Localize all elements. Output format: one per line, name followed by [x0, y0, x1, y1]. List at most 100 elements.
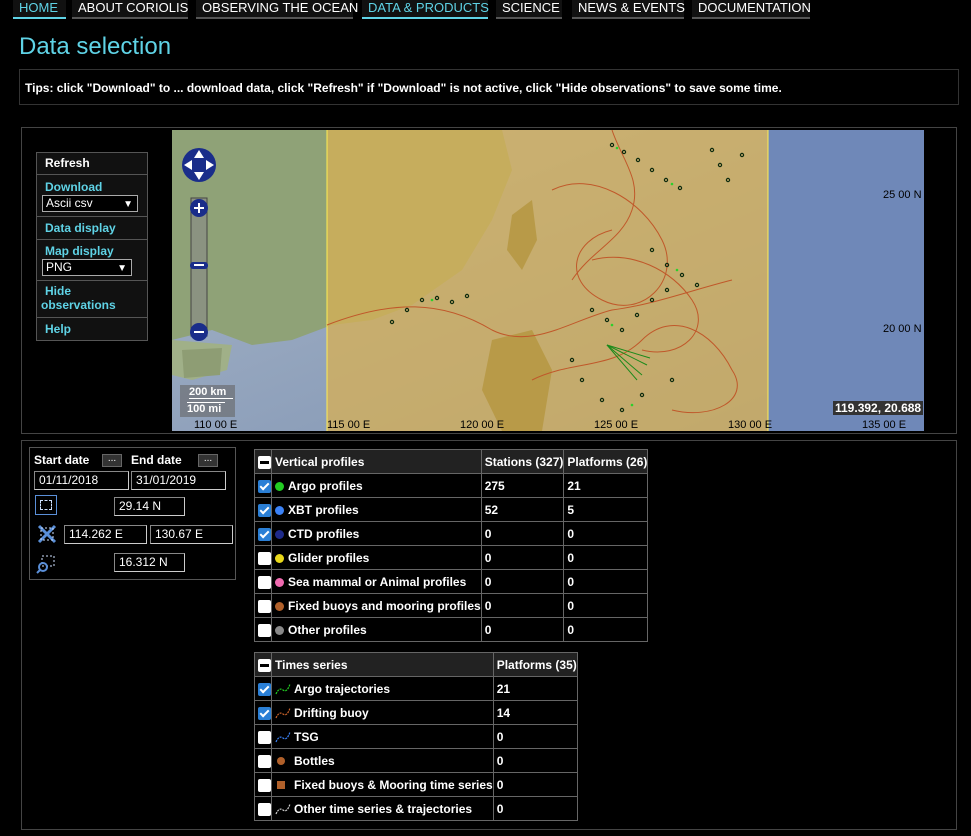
row-checkbox[interactable]	[258, 527, 271, 541]
other-trajectory-icon	[275, 803, 291, 815]
time-series-table: Times series Platforms (35) Argo traject…	[254, 652, 578, 821]
cursor-coordinates: 119.392, 20.688	[833, 401, 924, 415]
nav-data-products[interactable]: DATA & PRODUCTS	[362, 0, 489, 19]
stations-count: 0	[480, 545, 565, 570]
nav-news-events[interactable]: NEWS & EVENTS	[572, 0, 685, 19]
lon-label-135: 135 00 E	[862, 419, 907, 431]
hide-observations-button[interactable]: Hide observations	[37, 281, 147, 318]
profile-dot-icon	[275, 577, 284, 587]
collapse-time-series-button[interactable]	[258, 658, 271, 672]
table-row: Glider profiles 0 0	[254, 545, 649, 570]
row-checkbox[interactable]	[258, 599, 271, 613]
table-row: Fixed buoys and mooring profiles 0 0	[254, 593, 649, 618]
mooring-icon	[275, 779, 291, 791]
row-checkbox[interactable]	[258, 623, 271, 637]
nav-observing-the-ocean[interactable]: OBSERVING THE OCEAN	[196, 0, 358, 19]
row-checkbox[interactable]	[258, 730, 271, 744]
series-label: Drifting buoy	[294, 705, 369, 720]
table-row: CTD profiles 0 0	[254, 521, 649, 546]
bbox-select-icon[interactable]	[35, 495, 57, 515]
start-date-picker-button[interactable]: ...	[102, 454, 122, 467]
lon-label-120: 120 00 E	[460, 419, 505, 431]
profile-dot-icon	[275, 625, 284, 635]
map-display-button[interactable]: Map display	[45, 244, 114, 258]
chevron-down-icon: ▼	[117, 263, 127, 274]
stations-count: 0	[480, 521, 565, 546]
lat-label-25: 25 00 N	[883, 189, 922, 201]
scale-km: 200 km	[189, 386, 233, 399]
zoom-control	[190, 197, 208, 341]
scale-mi: 100 mi	[187, 402, 225, 415]
lat-label-20: 20 00 N	[883, 323, 922, 335]
map-view[interactable]: 200 km 100 mi 110 00 E 115 00 E 120 00 E…	[172, 130, 924, 431]
platforms-count: 21	[492, 676, 578, 701]
series-label: TSG	[294, 729, 319, 744]
platforms-count: 0	[492, 724, 578, 749]
refresh-button[interactable]: Refresh	[37, 153, 147, 175]
profile-label: Other profiles	[288, 622, 367, 637]
stations-count: 0	[480, 593, 565, 618]
table-row: Fixed buoys & Mooring time series 0	[254, 772, 578, 797]
profile-label: CTD profiles	[288, 526, 360, 541]
table-row: Other time series & trajectories 0	[254, 796, 578, 821]
profile-dot-icon	[275, 601, 284, 611]
row-checkbox[interactable]	[258, 778, 271, 792]
vertical-profiles-table: Vertical profiles Stations (327) Platfor…	[254, 449, 649, 642]
end-date-input[interactable]: 31/01/2019	[131, 471, 226, 490]
page-title: Data selection	[19, 33, 172, 60]
nav-documentation[interactable]: DOCUMENTATION	[692, 0, 811, 19]
table-row: Bottles 0	[254, 748, 578, 773]
help-button[interactable]: Help	[37, 318, 147, 341]
stations-header: Stations (327)	[480, 449, 565, 474]
platforms-count: 5	[563, 497, 649, 522]
east-lon-input[interactable]: 130.67 E	[150, 525, 233, 544]
lon-label-115: 115 00 E	[327, 419, 371, 431]
profile-label: Glider profiles	[288, 550, 370, 565]
time-series-title: Times series	[271, 652, 494, 677]
zoom-to-bbox-icon[interactable]	[35, 553, 57, 575]
profile-label: Argo profiles	[288, 478, 363, 493]
row-checkbox[interactable]	[258, 575, 271, 589]
nav-science[interactable]: SCIENCE	[496, 0, 562, 19]
south-lat-input[interactable]: 16.312 N	[114, 553, 185, 572]
download-format-select[interactable]: Ascii csv ▼	[42, 195, 138, 212]
nav-about-coriolis[interactable]: ABOUT CORIOLIS	[72, 0, 188, 19]
west-lon-input[interactable]: 114.262 E	[64, 525, 147, 544]
row-checkbox[interactable]	[258, 802, 271, 816]
platforms-count: 0	[563, 545, 649, 570]
stations-count: 0	[480, 569, 565, 594]
map-format-select[interactable]: PNG ▼	[42, 259, 132, 276]
profile-dot-icon	[275, 553, 284, 563]
download-format-value: Ascii csv	[46, 196, 93, 210]
hide-observations-label-2: observations	[41, 298, 116, 312]
download-button[interactable]: Download	[45, 180, 102, 194]
map-format-value: PNG	[46, 260, 73, 274]
row-checkbox[interactable]	[258, 754, 271, 768]
hide-observations-label-1: Hide	[45, 284, 72, 298]
row-checkbox[interactable]	[258, 479, 271, 493]
profile-label: Sea mammal or Animal profiles	[288, 574, 467, 589]
vp-platforms-header: Platforms (26)	[563, 449, 649, 474]
table-row: Drifting buoy 14	[254, 700, 578, 725]
nav-home[interactable]: HOME	[13, 0, 66, 19]
collapse-vertical-profiles-button[interactable]	[258, 455, 271, 469]
row-checkbox[interactable]	[258, 503, 271, 517]
start-date-input[interactable]: 01/11/2018	[34, 471, 129, 490]
clear-bbox-icon[interactable]	[36, 523, 58, 545]
table-row: Sea mammal or Animal profiles 0 0	[254, 569, 649, 594]
table-row: Argo trajectories 21	[254, 676, 578, 701]
north-lat-input[interactable]: 29.14 N	[114, 497, 185, 516]
row-checkbox[interactable]	[258, 682, 271, 696]
row-checkbox[interactable]	[258, 706, 271, 720]
time-series-header: Times series Platforms (35)	[254, 652, 578, 677]
data-display-button[interactable]: Data display	[37, 217, 147, 240]
series-label: Bottles	[294, 753, 335, 768]
series-label: Fixed buoys & Mooring time series	[294, 777, 493, 792]
platforms-count: 0	[492, 796, 578, 821]
vertical-profiles-header: Vertical profiles Stations (327) Platfor…	[254, 449, 649, 474]
series-label: Argo trajectories	[294, 681, 391, 696]
row-checkbox[interactable]	[258, 551, 271, 565]
table-row: TSG 0	[254, 724, 578, 749]
end-date-picker-button[interactable]: ...	[198, 454, 218, 467]
end-date-label: End date	[131, 453, 182, 467]
